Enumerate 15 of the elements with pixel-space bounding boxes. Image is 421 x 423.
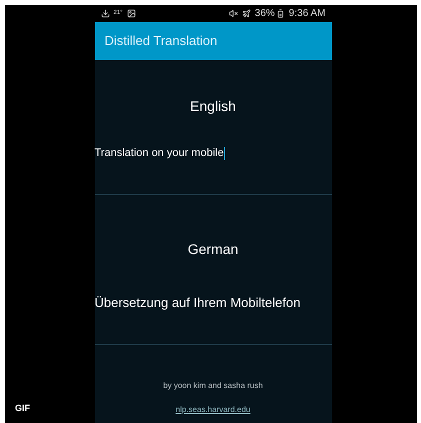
battery-text: 36% [254,7,275,21]
translation-text: Übersetzung auf Ihrem Mobiltelefon [94,294,302,312]
website-link[interactable]: nlp.seas.harvard.edu [176,404,250,416]
battery-icon [276,9,285,18]
time-text: 9:36 AM [288,7,326,21]
airplane-icon [242,9,251,18]
download-icon [100,9,110,18]
mute-icon [228,9,238,18]
credits-text: by yoon kim and sasha rush [163,380,263,392]
source-language: English [189,97,237,116]
source-input[interactable]: Translation on your mobile [94,145,332,162]
gif-label: GIF [15,402,30,414]
image-icon [126,9,136,18]
target-language: German [186,240,240,259]
app-title: Distilled Translation [104,32,218,50]
